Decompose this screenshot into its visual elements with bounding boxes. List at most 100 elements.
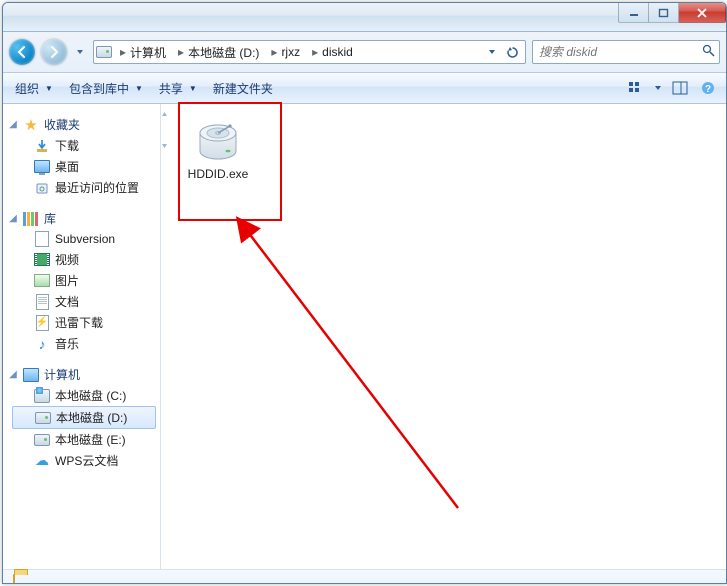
help-button[interactable]: ? xyxy=(696,77,720,99)
file-label: HDDID.exe xyxy=(188,167,249,182)
nav-item-label: 桌面 xyxy=(55,158,79,175)
address-segment[interactable]: ▸计算机 xyxy=(114,41,170,63)
computer-icon xyxy=(23,367,39,383)
nav-group-title[interactable]: ◢ ★ 收藏夹 xyxy=(8,114,160,135)
address-row: ▸计算机 ▸本地磁盘 (D:) ▸rjxz ▸diskid xyxy=(3,32,726,73)
desktop-icon xyxy=(34,159,50,175)
nav-item-drive-d[interactable]: 本地磁盘 (D:) xyxy=(12,406,156,429)
drive-icon xyxy=(34,432,50,448)
nav-item-recent[interactable]: 最近访问的位置 xyxy=(8,177,160,198)
preview-pane-button[interactable] xyxy=(668,77,692,99)
nav-item-pictures[interactable]: 图片 xyxy=(8,270,160,291)
file-list[interactable]: HDDID.exe xyxy=(168,104,726,569)
hdd-exe-icon xyxy=(194,115,242,163)
nav-item-drive-c[interactable]: 本地磁盘 (C:) xyxy=(8,385,160,406)
nav-group-title[interactable]: ◢ 库 xyxy=(8,208,160,229)
nav-item-documents[interactable]: 文档 xyxy=(8,291,160,312)
new-folder-button[interactable]: 新建文件夹 xyxy=(207,77,279,100)
address-bar[interactable]: ▸计算机 ▸本地磁盘 (D:) ▸rjxz ▸diskid xyxy=(93,40,526,64)
navigation-pane: ◢ ★ 收藏夹 下载 桌面 最近访问的位置 ◢ 库 Subversion 视频 … xyxy=(3,104,161,569)
minimize-button[interactable] xyxy=(618,3,649,23)
nav-item-label: 最近访问的位置 xyxy=(55,179,139,196)
nav-forward-button[interactable] xyxy=(41,39,67,65)
chevron-down-icon: ▼ xyxy=(135,84,143,93)
collapse-icon: ◢ xyxy=(8,369,18,380)
recent-icon xyxy=(34,180,50,196)
nav-item-label: 本地磁盘 (D:) xyxy=(56,409,127,426)
explorer-window: ▸计算机 ▸本地磁盘 (D:) ▸rjxz ▸diskid 组织 ▼ 包含到库中 ▼… xyxy=(2,2,727,584)
address-segment[interactable]: ▸rjxz xyxy=(265,41,304,63)
organize-button[interactable]: 组织 ▼ xyxy=(9,77,59,100)
system-drive-icon xyxy=(34,388,50,404)
address-segment-text: rjxz xyxy=(281,45,300,59)
nav-group-libraries: ◢ 库 Subversion 视频 图片 文档 ⚡ 迅雷下载 ♪ 音乐 xyxy=(8,208,160,354)
refresh-button[interactable] xyxy=(503,43,521,61)
close-button[interactable] xyxy=(679,3,726,23)
address-segment-text: diskid xyxy=(322,45,353,59)
nav-group-title[interactable]: ◢ 计算机 xyxy=(8,364,160,385)
toolbar-label: 新建文件夹 xyxy=(213,80,273,97)
address-segment-text: 本地磁盘 (D:) xyxy=(188,44,259,61)
drive-icon xyxy=(96,44,112,60)
toolbar-label: 共享 xyxy=(159,80,183,97)
search-box[interactable] xyxy=(532,40,720,64)
toolbar-label: 组织 xyxy=(15,80,39,97)
nav-item-label: 文档 xyxy=(55,293,79,310)
search-icon xyxy=(702,44,715,60)
subversion-icon xyxy=(34,231,50,247)
videos-icon xyxy=(34,252,50,268)
file-item[interactable]: HDDID.exe xyxy=(174,110,262,187)
thunder-icon: ⚡ xyxy=(34,315,50,331)
address-segment-text: 计算机 xyxy=(130,44,166,61)
collapse-icon: ◢ xyxy=(8,213,18,224)
view-options-dropdown[interactable] xyxy=(652,77,664,99)
nav-item-thunder[interactable]: ⚡ 迅雷下载 xyxy=(8,312,160,333)
toolbar-label: 包含到库中 xyxy=(69,80,129,97)
chevron-down-icon: ▼ xyxy=(45,84,53,93)
nav-item-label: 本地磁盘 (E:) xyxy=(55,431,126,448)
svg-text:?: ? xyxy=(705,84,711,95)
nav-history-dropdown[interactable] xyxy=(73,48,87,56)
address-actions xyxy=(483,43,523,61)
body: ◢ ★ 收藏夹 下载 桌面 最近访问的位置 ◢ 库 Subversion 视频 … xyxy=(3,104,726,569)
music-icon: ♪ xyxy=(34,336,50,352)
nav-item-label: 视频 xyxy=(55,251,79,268)
nav-item-label: 图片 xyxy=(55,272,79,289)
toolbar: 组织 ▼ 包含到库中 ▼ 共享 ▼ 新建文件夹 ? xyxy=(3,73,726,104)
nav-group-computer: ◢ 计算机 本地磁盘 (C:) 本地磁盘 (D:) 本地磁盘 (E:) ☁WPS… xyxy=(8,364,160,471)
drive-icon xyxy=(35,410,51,426)
include-in-library-button[interactable]: 包含到库中 ▼ xyxy=(63,77,149,100)
nav-item-label: 下载 xyxy=(55,137,79,154)
nav-item-desktop[interactable]: 桌面 xyxy=(8,156,160,177)
downloads-icon xyxy=(34,138,50,154)
annotation-arrow xyxy=(228,208,488,528)
collapse-icon: ◢ xyxy=(8,119,18,130)
nav-item-label: 迅雷下载 xyxy=(55,314,103,331)
nav-item-label: 音乐 xyxy=(55,335,79,352)
pane-divider[interactable] xyxy=(161,104,168,569)
nav-group-favorites: ◢ ★ 收藏夹 下载 桌面 最近访问的位置 xyxy=(8,114,160,198)
share-button[interactable]: 共享 ▼ xyxy=(153,77,203,100)
nav-item-downloads[interactable]: 下载 xyxy=(8,135,160,156)
status-bar: 1 个对象 xyxy=(3,569,726,584)
nav-item-drive-e[interactable]: 本地磁盘 (E:) xyxy=(8,429,160,450)
libraries-icon xyxy=(23,211,39,227)
favorites-icon: ★ xyxy=(23,117,39,133)
nav-group-label: 库 xyxy=(44,210,56,227)
nav-item-music[interactable]: ♪ 音乐 xyxy=(8,333,160,354)
address-segment[interactable]: ▸本地磁盘 (D:) xyxy=(172,41,263,63)
maximize-button[interactable] xyxy=(649,3,679,23)
address-dropdown-button[interactable] xyxy=(483,43,501,61)
nav-item-label: 本地磁盘 (C:) xyxy=(55,387,126,404)
nav-back-button[interactable] xyxy=(9,39,35,65)
nav-item-videos[interactable]: 视频 xyxy=(8,249,160,270)
nav-item-subversion[interactable]: Subversion xyxy=(8,229,160,249)
chevron-down-icon: ▼ xyxy=(189,84,197,93)
view-options-button[interactable] xyxy=(624,77,648,99)
address-segment[interactable]: ▸diskid xyxy=(306,41,481,63)
nav-group-label: 计算机 xyxy=(44,366,80,383)
folder-icon xyxy=(13,575,45,584)
cloud-icon: ☁ xyxy=(34,453,50,469)
nav-item-wps-cloud[interactable]: ☁WPS云文档 xyxy=(8,450,160,471)
search-input[interactable] xyxy=(537,44,698,60)
